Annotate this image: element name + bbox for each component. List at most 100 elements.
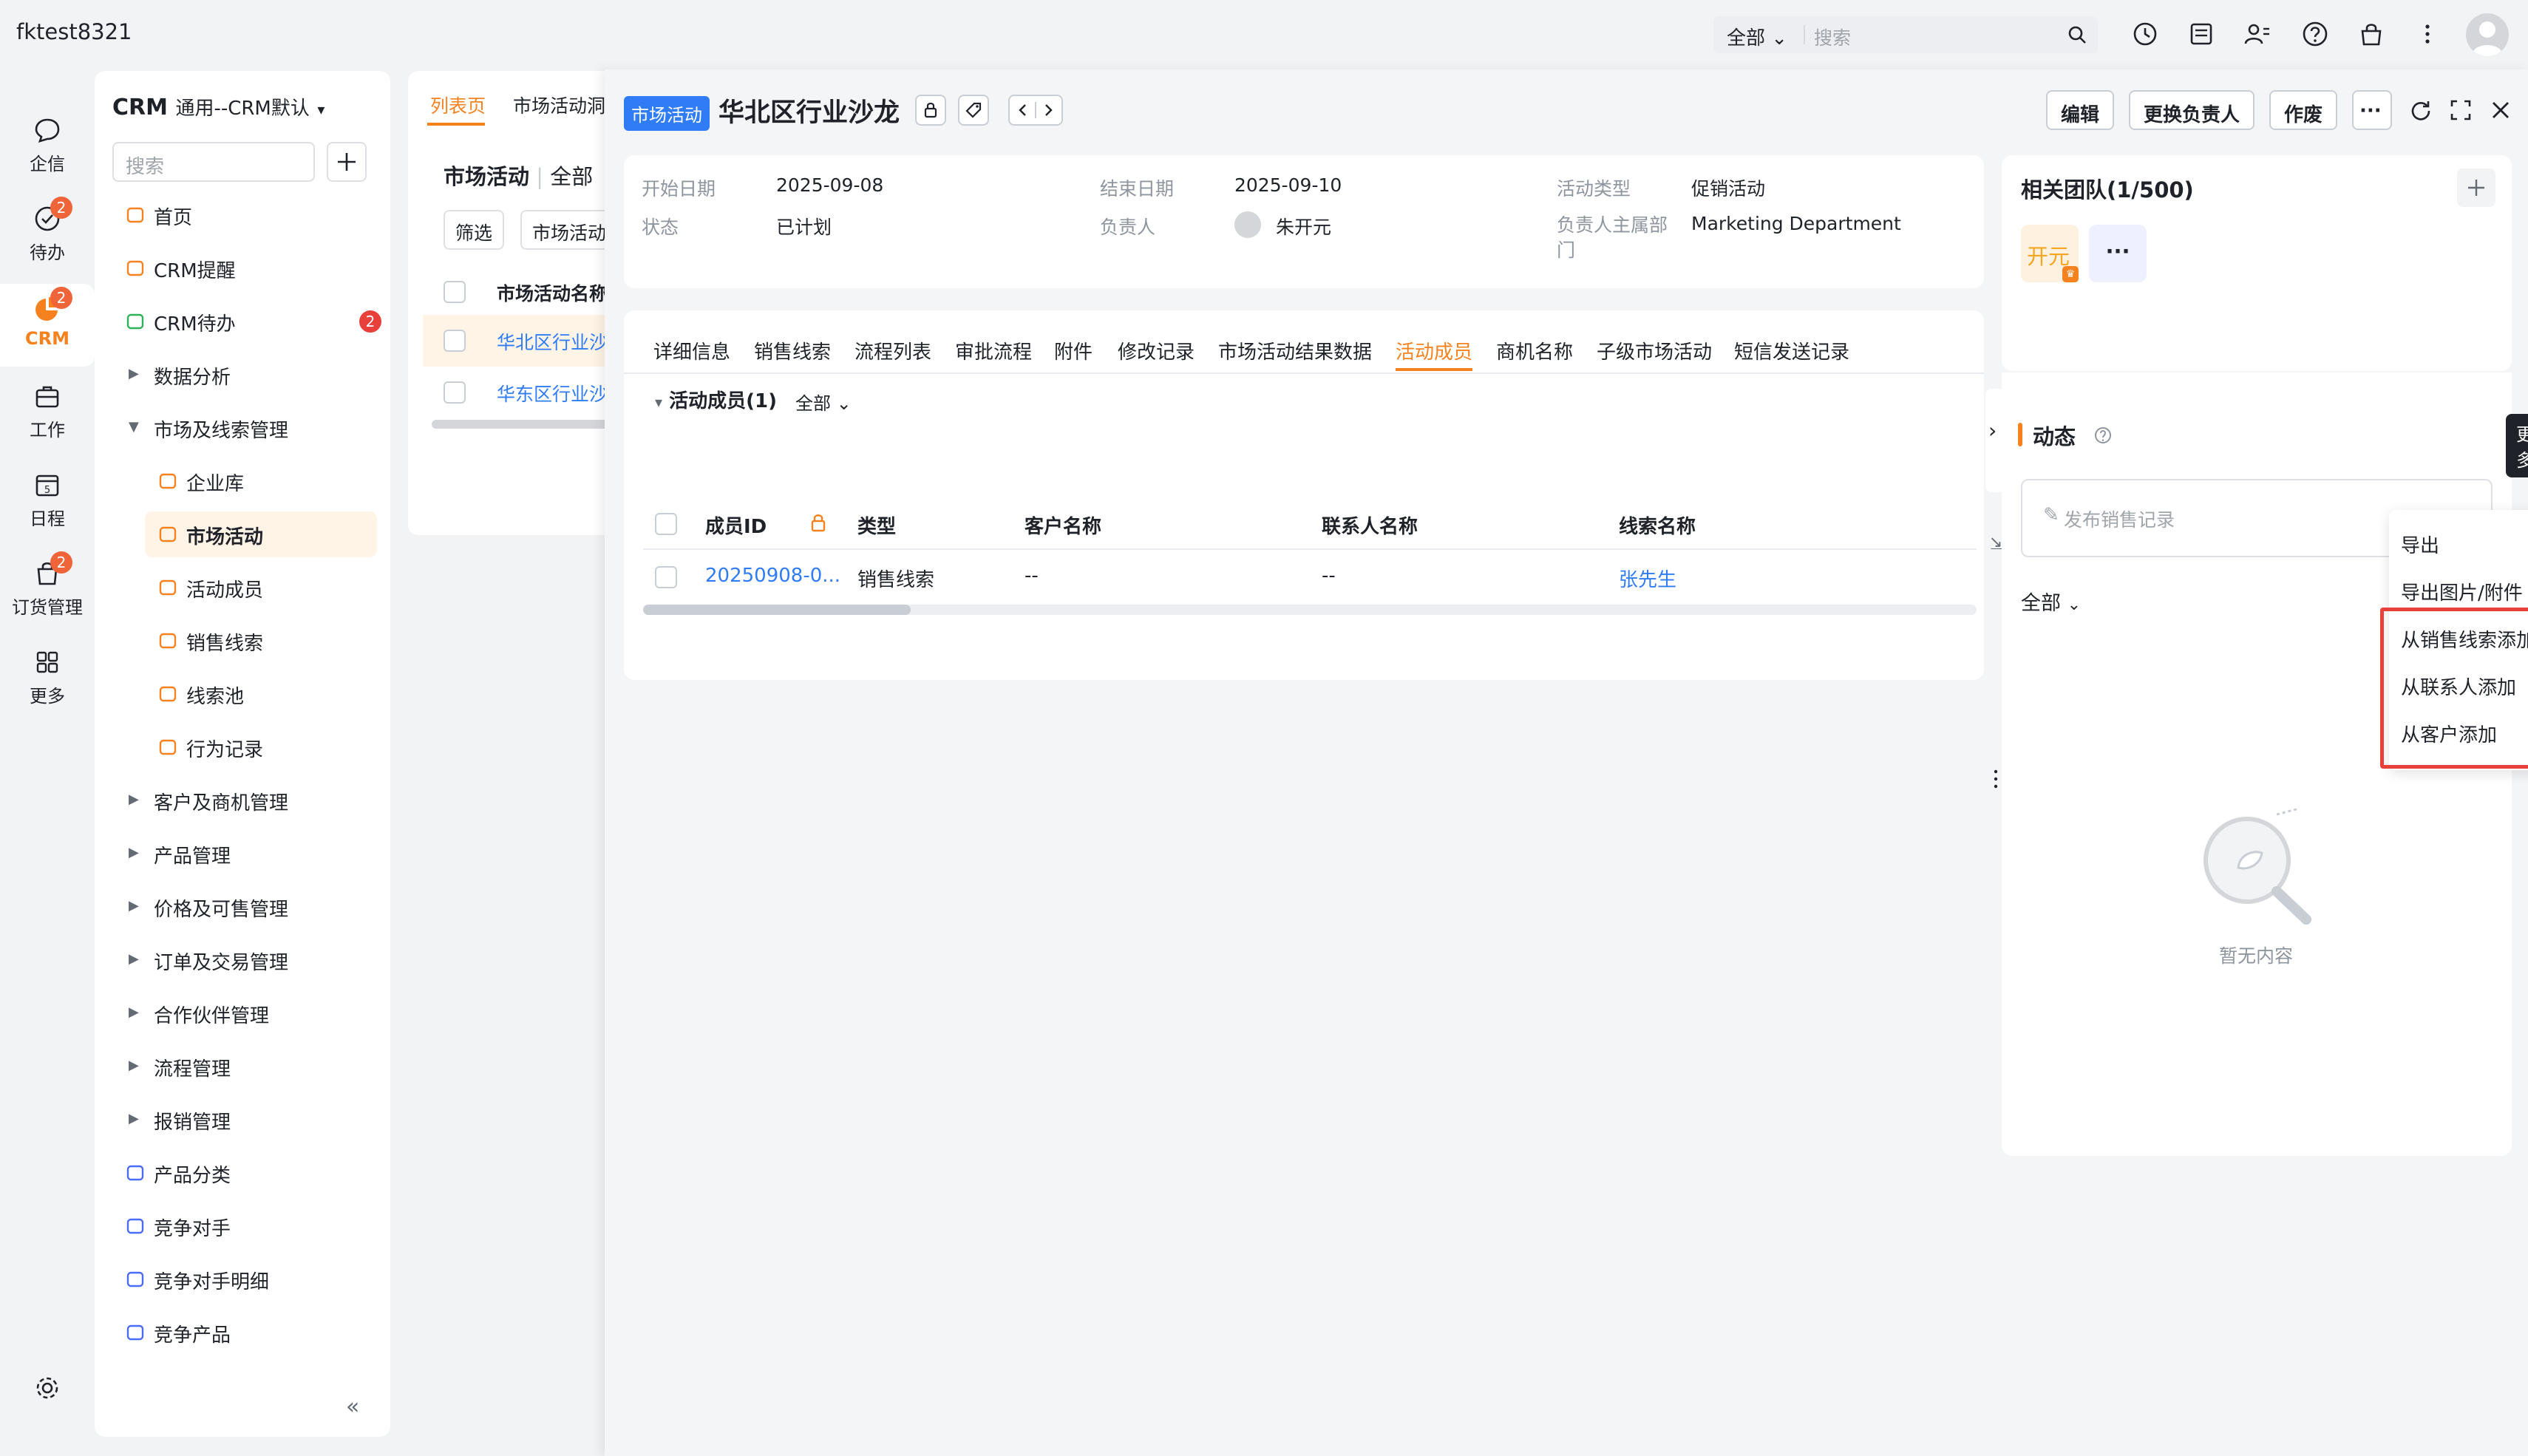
global-search[interactable]: 全部 ⌄ 搜索 (1713, 16, 2098, 53)
menu-item-export-attachments[interactable]: 导出图片/附件 (2401, 578, 2523, 605)
rail-item-orders[interactable]: 订货管理 2 (0, 551, 95, 619)
rail-item-crm[interactable]: CRM 2 (0, 287, 95, 349)
edit-button[interactable]: 编辑 (2046, 90, 2115, 130)
sidebar-item[interactable]: 行为记录 (102, 724, 383, 770)
rail-item-more[interactable]: 更多 (0, 647, 95, 707)
prev-next-nav[interactable] (1008, 95, 1063, 126)
sidebar-item[interactable]: ▶ 订单及交易管理 (102, 937, 383, 983)
sidebar-item[interactable]: ▶ 合作伙伴管理 (102, 990, 383, 1036)
person-icon (157, 576, 179, 604)
tab[interactable]: 市场活动结果数据 (1218, 337, 1372, 364)
sidebar-item[interactable]: CRM提醒 (102, 245, 383, 291)
sidebar-item[interactable]: 竞争对手明细 (102, 1256, 383, 1302)
select-all-checkbox[interactable] (444, 281, 466, 303)
sidebar-item[interactable]: 首页 (102, 192, 383, 238)
row-link[interactable]: 华东区行业沙 (497, 380, 608, 406)
table-row[interactable]: 华北区行业沙 (423, 315, 630, 367)
help-icon[interactable] (2300, 19, 2330, 49)
notes-icon[interactable] (2186, 19, 2216, 49)
sidebar-item[interactable]: 线索池 (102, 671, 383, 717)
sidebar-item[interactable]: ▶ 产品管理 (102, 831, 383, 877)
lock-icon[interactable] (915, 95, 946, 126)
settings-gear-icon[interactable] (33, 1373, 62, 1403)
team-more-chip[interactable]: ··· (2089, 225, 2147, 282)
contacts-icon[interactable] (2243, 19, 2272, 49)
team-member-chip[interactable]: 开元 ♛ (2021, 225, 2079, 282)
rail-item-work[interactable]: 工作 (0, 381, 95, 441)
table-scrollbar[interactable] (643, 605, 911, 615)
nav-app-title[interactable]: CRM 通用--CRM默认 ▾ (112, 93, 325, 120)
user-avatar[interactable] (2466, 13, 2509, 56)
sidebar-item[interactable]: ▶ 价格及可售管理 (102, 884, 383, 930)
chat-icon (33, 115, 62, 145)
sidebar-item[interactable]: 竞争对手 (102, 1203, 383, 1249)
history-icon[interactable] (2130, 19, 2160, 49)
header-divider (643, 548, 1977, 550)
select-all-checkbox[interactable] (655, 513, 677, 535)
rail-item-messages[interactable]: 企信 (0, 115, 95, 175)
refresh-icon[interactable] (2408, 98, 2433, 123)
sidebar-item[interactable]: ▶ 数据分析 (102, 352, 383, 398)
sidebar-item[interactable]: 产品分类 (102, 1150, 383, 1196)
filter-button[interactable]: 筛选 (444, 210, 505, 250)
row-checkbox[interactable] (444, 381, 466, 404)
row-checkbox[interactable] (655, 566, 677, 588)
horizontal-scrollbar[interactable] (432, 420, 630, 429)
tab-list-page[interactable]: 列表页 (430, 92, 486, 118)
sidebar-item[interactable]: 竞争产品 (102, 1310, 383, 1355)
tab[interactable]: 子级市场活动 (1597, 337, 1712, 364)
members-section-title[interactable]: ▾ 活动成员(1) (655, 386, 777, 413)
add-team-member-icon[interactable] (2457, 169, 2495, 207)
nav-search-input[interactable]: 搜索 (112, 142, 315, 182)
tag-icon[interactable] (958, 95, 989, 126)
search-icon[interactable] (2067, 24, 2087, 45)
sidebar-item[interactable]: ▶ 报销管理 (102, 1097, 383, 1143)
close-icon[interactable] (2488, 98, 2513, 123)
type-filter-button[interactable]: 市场活动 (520, 210, 619, 250)
plus-icon[interactable] (327, 142, 367, 182)
table-row[interactable]: 华东区行业沙 (423, 367, 630, 418)
row-link[interactable]: 华北区行业沙 (497, 328, 608, 355)
record-icon (157, 736, 179, 763)
tab[interactable]: 活动成员 (1396, 337, 1472, 364)
rail-item-todo[interactable]: 待办 2 (0, 197, 95, 264)
tab[interactable]: 流程列表 (854, 337, 931, 364)
resize-handle[interactable] (1988, 735, 2003, 823)
sidebar-item[interactable]: 市场活动 (145, 511, 377, 557)
caret-right-icon: ▶ (129, 1058, 139, 1073)
tab[interactable]: 详细信息 (653, 337, 730, 364)
fullscreen-icon[interactable] (2448, 98, 2473, 123)
menu-item-export[interactable]: 导出 (2401, 531, 2439, 558)
sidebar-item[interactable]: ▶ 客户及商机管理 (102, 778, 383, 823)
more-vertical-icon[interactable] (2413, 19, 2442, 49)
member-lead-link[interactable]: 张先生 (1619, 565, 1676, 592)
sidebar-item[interactable]: CRM待办 2 (102, 299, 383, 344)
members-scope-dropdown[interactable]: 全部 ⌄ (795, 389, 852, 415)
owner-value[interactable]: 朱开元 (1276, 213, 1331, 239)
tab[interactable]: 商机名称 (1496, 337, 1573, 364)
sidebar-item[interactable]: ▶ 流程管理 (102, 1044, 383, 1089)
change-owner-button[interactable]: 更换负责人 (2129, 90, 2255, 130)
tab[interactable]: 修改记录 (1118, 337, 1195, 364)
more-actions-button[interactable]: ··· (2352, 90, 2392, 130)
void-button[interactable]: 作废 (2269, 90, 2338, 130)
rail-item-calendar[interactable]: 5 日程 (0, 470, 95, 530)
tab[interactable]: 销售线索 (754, 337, 831, 364)
tab[interactable]: 审批流程 (955, 337, 1032, 364)
tab-insight[interactable]: 市场活动洞 (513, 92, 605, 118)
collapse-nav-icon[interactable]: « (346, 1394, 359, 1420)
help-circle-icon[interactable] (2093, 426, 2113, 445)
sidebar-item[interactable]: ▼ 市场及线索管理 (102, 405, 383, 451)
status-label: 状态 (642, 217, 679, 238)
tab[interactable]: 附件 (1054, 337, 1093, 364)
dynamics-filter-dropdown[interactable]: 全部 ⌄ (2021, 587, 2081, 616)
member-id-link[interactable]: 20250908-0... (705, 565, 840, 587)
search-input[interactable]: 搜索 (1814, 24, 1851, 50)
sidebar-item[interactable]: 活动成员 (102, 565, 383, 610)
tab[interactable]: 短信发送记录 (1734, 337, 1849, 364)
sidebar-item[interactable]: 销售线索 (102, 618, 383, 664)
search-scope-dropdown[interactable]: 全部 ⌄ (1727, 23, 1787, 50)
store-icon[interactable] (2357, 19, 2386, 49)
sidebar-item[interactable]: 企业库 (102, 458, 383, 504)
row-checkbox[interactable] (444, 330, 466, 352)
